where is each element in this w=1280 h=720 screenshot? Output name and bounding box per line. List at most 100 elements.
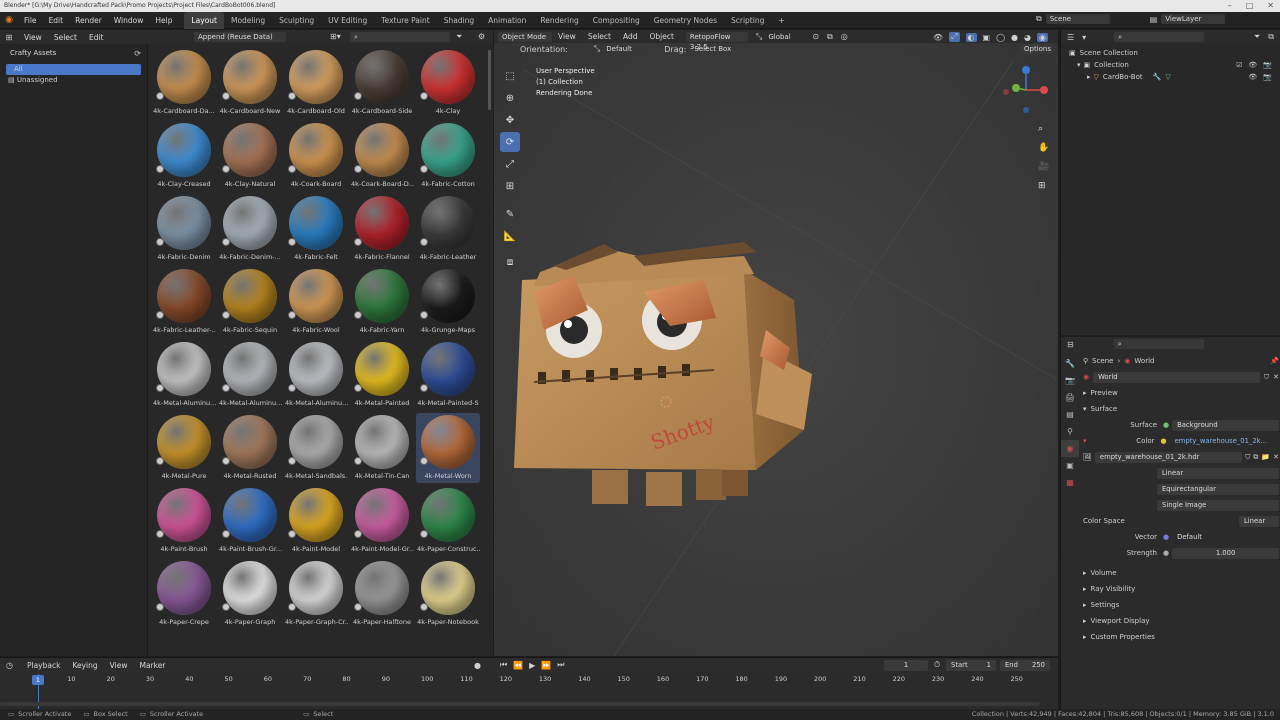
expand-arrow-icon[interactable]: ▸ (1087, 71, 1091, 83)
asset-scrollbar[interactable] (488, 50, 491, 110)
asset-tile[interactable]: 4k-Coark-Board (284, 121, 348, 191)
close-icon[interactable]: ✕ (1267, 0, 1274, 12)
timeline-scrollbar[interactable] (0, 702, 1040, 706)
asset-tile[interactable]: 4k-Metal-Sandbals... (284, 413, 348, 483)
asset-library-dropdown[interactable]: Crafty Assets (6, 48, 131, 58)
view-layer-tab-icon[interactable]: ▤ (1061, 406, 1079, 423)
asset-tile[interactable]: 4k-Fabric-Sequin (218, 267, 282, 337)
asset-tile[interactable]: 4k-Fabric-Wool (284, 267, 348, 337)
menu-render[interactable]: Render (69, 12, 108, 29)
tab-compositing[interactable]: Compositing (586, 12, 647, 29)
checkbox-icon[interactable]: ☑ (1236, 59, 1242, 71)
outliner-collection[interactable]: ▾ ▣ Collection ☑ 👁 📷 (1069, 59, 1272, 71)
asset-tile[interactable]: 4k-Cardboard-Side (350, 48, 414, 118)
outliner-scene-collection[interactable]: ▣ Scene Collection (1069, 47, 1272, 59)
cardboard-robot-model[interactable]: Shotty (494, 30, 1058, 656)
catalog-item-all[interactable]: All (6, 64, 141, 75)
color-space-dropdown[interactable]: Linear (1239, 515, 1279, 527)
asset-tile[interactable]: 4k-Metal-Tin-Can (350, 413, 414, 483)
collapse-arrow-icon[interactable]: ▾ (1077, 59, 1081, 71)
texture-tab-icon[interactable]: ▦ (1061, 474, 1079, 491)
play-icon[interactable]: ▶ (529, 661, 535, 670)
custom-properties-panel[interactable]: ▸ Custom Properties (1083, 629, 1279, 645)
preview-panel[interactable]: ▸ Preview (1083, 385, 1279, 401)
asset-tile[interactable]: 4k-Cardboard-Da... (152, 48, 216, 118)
eye-icon[interactable]: 👁 (1248, 71, 1257, 83)
end-frame-field[interactable]: End 250 (1000, 659, 1050, 671)
add-workspace-button[interactable]: + (771, 12, 791, 29)
asset-tile[interactable]: 4k-Paint-Model-Gr... (350, 486, 414, 556)
source-dropdown[interactable]: Single Image (1157, 499, 1279, 511)
asset-tile[interactable]: 4k-Fabric-Leather (416, 194, 480, 264)
pin-icon[interactable]: 📌 (1270, 353, 1279, 369)
asset-menu-select[interactable]: Select (48, 29, 83, 46)
breadcrumb-world[interactable]: World (1134, 353, 1154, 369)
import-method-dropdown[interactable]: Append (Reuse Data) (194, 32, 286, 42)
ray-visibility-panel[interactable]: ▸ Ray Visibility (1083, 581, 1279, 597)
scene-selector[interactable]: Scene (1045, 14, 1110, 24)
asset-tile[interactable]: 4k-Metal-Pure (152, 413, 216, 483)
image-name-field[interactable]: empty_warehouse_01_2k.hdr (1094, 451, 1243, 463)
jump-end-icon[interactable]: ⏭ (557, 660, 564, 670)
menu-file[interactable]: File (18, 12, 43, 29)
tab-shading[interactable]: Shading (437, 12, 481, 29)
surface-shader-field[interactable]: Background (1172, 419, 1279, 431)
asset-tile[interactable]: 4k-Metal-Painted-S (416, 340, 480, 410)
display-mode-icon[interactable]: ⊞▾ (330, 32, 341, 41)
world-tab-icon[interactable]: ◉ (1061, 440, 1079, 457)
outliner-search-input[interactable]: ⌕ (1114, 32, 1205, 42)
minimize-icon[interactable]: – (1228, 0, 1232, 12)
asset-tile[interactable]: 4k-Paint-Brush-Gr... (218, 486, 282, 556)
asset-tile[interactable]: 4k-Paint-Model (284, 486, 348, 556)
display-mode-icon[interactable]: ▾ (1082, 33, 1086, 42)
preview-range-icon[interactable]: ⏱ (934, 660, 940, 670)
catalog-item-unassigned[interactable]: ▤ Unassigned (0, 75, 147, 86)
timeline-menu-marker[interactable]: Marker (133, 657, 171, 674)
asset-tile[interactable]: 4k-Fabric-Felt (284, 194, 348, 264)
asset-tile[interactable]: 4k-Metal-Aluminu... (152, 340, 216, 410)
asset-tile[interactable]: 4k-Metal-Aluminu... (218, 340, 282, 410)
camera-icon[interactable]: 📷 (1263, 59, 1272, 71)
record-icon[interactable]: ● (474, 661, 481, 670)
interpolation-dropdown[interactable]: Linear (1157, 467, 1279, 479)
asset-tile[interactable]: 4k-Fabric-Denim-... (218, 194, 282, 264)
tab-texture-paint[interactable]: Texture Paint (374, 12, 436, 29)
maximize-icon[interactable]: □ (1246, 0, 1254, 12)
fake-user-icon[interactable]: ⛉ (1245, 449, 1250, 465)
view-layer-selector[interactable]: ViewLayer (1161, 14, 1226, 24)
asset-tile[interactable]: 4k-Fabric-Yarn (350, 267, 414, 337)
timeline-menu-keying[interactable]: Keying (66, 657, 103, 674)
asset-tile[interactable]: 4k-Coark-Board-D... (350, 121, 414, 191)
fake-user-icon[interactable]: ⛉ (1264, 369, 1269, 385)
start-frame-field[interactable]: Start 1 (946, 659, 996, 671)
menu-window[interactable]: Window (108, 12, 150, 29)
asset-tile[interactable]: 4k-Grunge-Maps (416, 267, 480, 337)
eye-icon[interactable]: 👁 (1248, 59, 1257, 71)
asset-tile[interactable]: 4k-Clay-Natural (218, 121, 282, 191)
outliner-editor-type-icon[interactable]: ☰ (1067, 33, 1074, 42)
properties-search-input[interactable]: ⌕ (1113, 339, 1204, 349)
asset-tile[interactable]: 4k-Paper-Halftone (350, 559, 414, 629)
tab-sculpting[interactable]: Sculpting (272, 12, 321, 29)
tab-uv-editing[interactable]: UV Editing (321, 12, 374, 29)
projection-dropdown[interactable]: Equirectangular (1157, 483, 1279, 495)
color-texture-field[interactable]: empty_warehouse_01_2k... (1170, 436, 1279, 447)
settings-gear-icon[interactable]: ⚙ (478, 32, 485, 41)
asset-menu-view[interactable]: View (18, 29, 48, 46)
outliner-object-row[interactable]: ▸ ▽ CardBo-Bot 🔧 ▽ 👁 📷 (1069, 71, 1272, 83)
timeline-editor-type-icon[interactable]: ◷ (6, 661, 13, 670)
tab-modeling[interactable]: Modeling (224, 12, 272, 29)
collection-tab-icon[interactable]: ▣ (1061, 457, 1079, 474)
surface-panel[interactable]: ▾ Surface (1083, 401, 1279, 417)
asset-tile[interactable]: 4k-Fabric-Flannel (350, 194, 414, 264)
next-keyframe-icon[interactable]: ⏩ (541, 661, 551, 670)
asset-tile[interactable]: 4k-Metal-Painted (350, 340, 414, 410)
menu-edit[interactable]: Edit (43, 12, 70, 29)
asset-tile[interactable]: 4k-Fabric-Denim (152, 194, 216, 264)
asset-tile[interactable]: 4k-Metal-Rusted (218, 413, 282, 483)
asset-tile[interactable]: 4k-Fabric-Leather-... (152, 267, 216, 337)
asset-tile[interactable]: 4k-Paint-Brush (152, 486, 216, 556)
asset-tile[interactable]: 4k-Cardboard-New (218, 48, 282, 118)
asset-tile[interactable]: 4k-Paper-Graph-Cr... (284, 559, 348, 629)
blender-logo-icon[interactable]: ◉ (0, 15, 18, 25)
